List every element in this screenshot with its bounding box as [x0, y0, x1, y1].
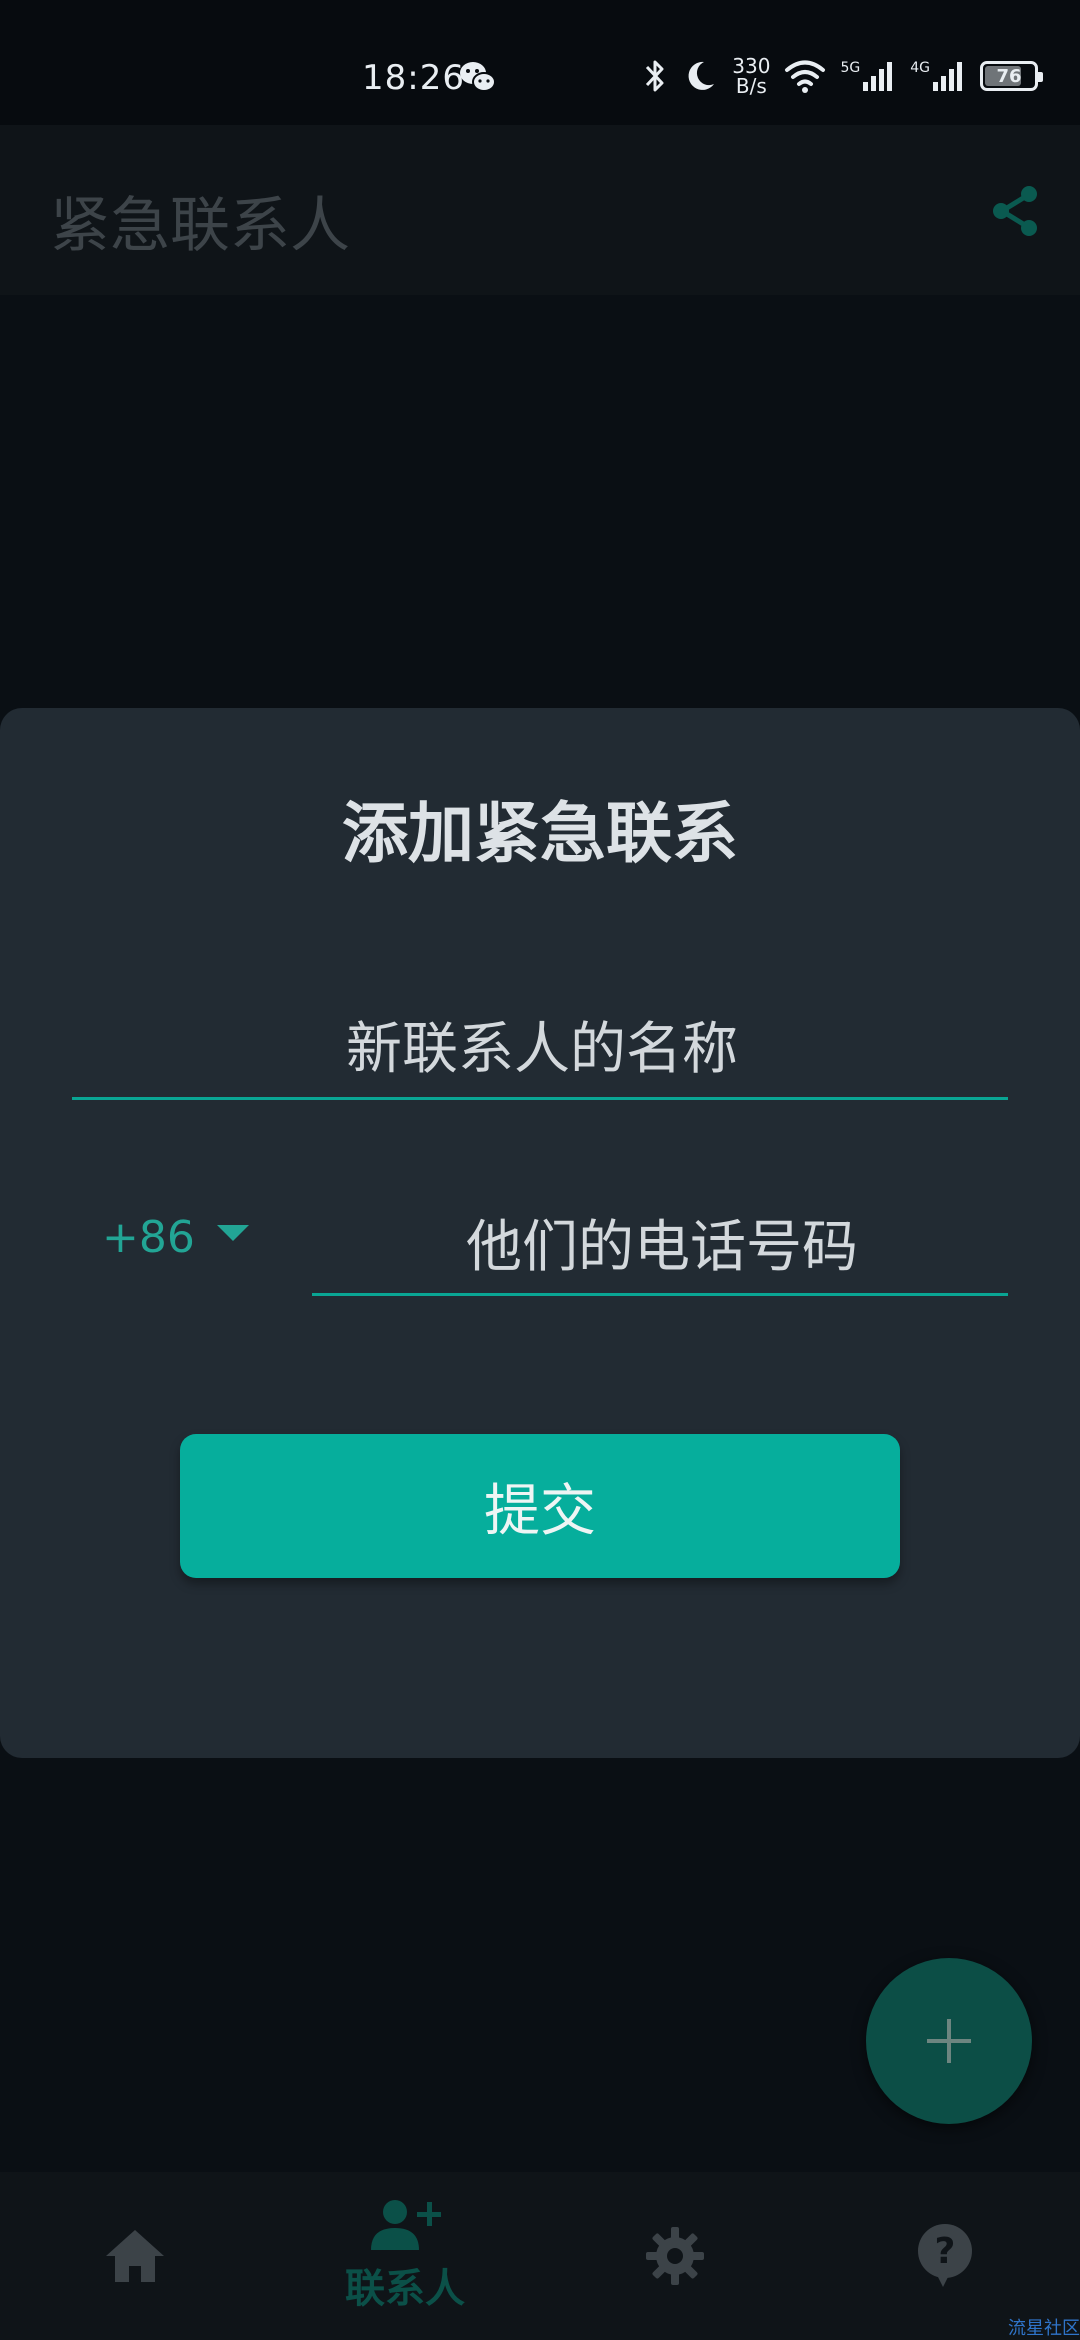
signal-icon [933, 62, 962, 91]
app-bar: 紧急联系人 [0, 125, 1080, 295]
add-contact-dialog: 添加紧急联系 +86 提交 [0, 708, 1080, 1758]
dialog-title: 添加紧急联系 [342, 795, 738, 872]
contact-name-input[interactable] [72, 1000, 1012, 1099]
net-speed: 330 B/s [732, 56, 770, 96]
submit-button[interactable]: 提交 [180, 1434, 900, 1578]
signal-5g: 5G [840, 60, 896, 92]
wechat-icon [460, 62, 496, 92]
status-time: 18:26 [362, 58, 465, 98]
phone-number-field[interactable] [312, 1200, 1012, 1296]
watermark: 流星社区 [1008, 2318, 1080, 2339]
page-title: 紧急联系人 [50, 191, 350, 261]
share-icon[interactable] [988, 183, 1044, 239]
wifi-icon [785, 60, 826, 93]
battery-icon: 76 [980, 61, 1043, 91]
nav-item-settings[interactable] [540, 2172, 810, 2340]
gear-icon [646, 2227, 704, 2285]
net-speed-unit: B/s [735, 74, 767, 98]
country-code-picker[interactable]: +86 [102, 1202, 249, 1272]
signal-4g: 4G [910, 60, 966, 92]
status-bar: 18:26 330 B/s 5G 4G 76 [0, 0, 1080, 125]
nav-item-home[interactable] [0, 2172, 270, 2340]
nav-label-contacts: 联系人 [345, 2266, 465, 2312]
nav-item-contacts[interactable]: 联系人 [270, 2172, 540, 2340]
country-code: +86 [102, 1211, 195, 1263]
bluetooth-icon [646, 60, 664, 92]
screen: 18:26 330 B/s 5G 4G 76 紧急联系人 添加紧急联系 新联系人… [0, 0, 1080, 2340]
status-icons: 330 B/s 5G 4G 76 [642, 52, 1043, 100]
contact-name-field[interactable] [72, 1000, 1012, 1100]
add-contact-fab[interactable] [866, 1958, 1032, 2124]
bottom-nav: 联系人 ? 流星社区 [0, 2172, 1080, 2340]
battery-level: 76 [996, 65, 1022, 87]
add-person-icon [371, 2200, 441, 2250]
net-speed-value: 330 [732, 54, 771, 78]
svg-text:?: ? [935, 2231, 956, 2272]
caret-down-icon [216, 1225, 249, 1241]
net-4g-label: 4G [910, 60, 930, 76]
help-icon: ? [918, 2224, 972, 2287]
home-icon [106, 2230, 164, 2282]
moon-icon [688, 61, 715, 90]
plus-icon [927, 2019, 971, 2063]
signal-icon [863, 62, 893, 91]
net-5g-label: 5G [840, 60, 861, 76]
phone-number-input[interactable] [312, 1200, 1012, 1295]
